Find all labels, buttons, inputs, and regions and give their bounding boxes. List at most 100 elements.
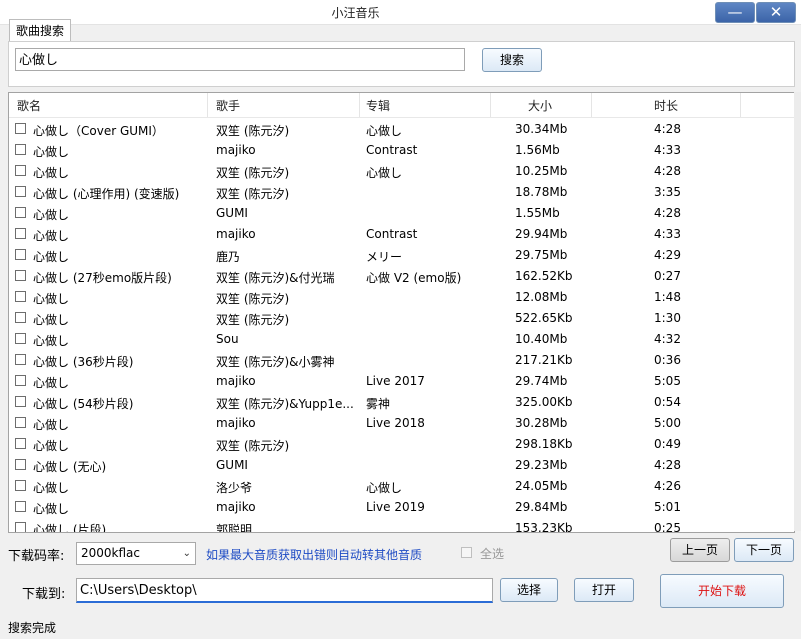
title-bar: 小汪音乐 — ✕ — [0, 0, 801, 25]
artist-cell: 双笙 (陈元汐) — [216, 292, 290, 306]
table-row[interactable]: 心做し（Cover GUMI） 双笙 (陈元汐) 心做し 30.34Mb 4:28 — [9, 119, 794, 140]
column-divider[interactable] — [490, 93, 491, 117]
table-row[interactable]: 心做し majiko Live 2019 29.84Mb 5:01 — [9, 497, 794, 518]
album-cell: 心做し — [366, 481, 403, 495]
table-row[interactable]: 心做し 双笙 (陈元汐) 心做し 10.25Mb 4:28 — [9, 161, 794, 182]
file-size-cell: 217.21Kb — [515, 353, 573, 367]
row-checkbox[interactable] — [15, 354, 26, 365]
choose-folder-button[interactable]: 选择 — [500, 578, 558, 602]
duration-cell: 0:27 — [654, 269, 681, 283]
column-divider[interactable] — [591, 93, 592, 117]
search-button[interactable]: 搜索 — [482, 48, 542, 72]
column-header-album[interactable]: 专辑 — [366, 97, 390, 114]
duration-cell: 4:28 — [654, 458, 681, 472]
column-divider[interactable] — [359, 93, 360, 117]
row-checkbox[interactable] — [15, 270, 26, 281]
album-cell: Contrast — [366, 227, 418, 241]
artist-cell: 双笙 (陈元汐)&小雾神 — [216, 355, 335, 369]
download-path-input[interactable]: C:\Users\Desktop\ — [76, 578, 493, 603]
table-row[interactable]: 心做し majiko Contrast 1.56Mb 4:33 — [9, 140, 794, 161]
select-all-checkbox[interactable] — [461, 547, 472, 558]
search-input[interactable]: 心做し — [15, 48, 465, 71]
table-row[interactable]: 心做し 鹿乃 メリー 29.75Mb 4:29 — [9, 245, 794, 266]
file-size-cell: 162.52Kb — [515, 269, 573, 283]
row-checkbox[interactable] — [15, 480, 26, 491]
prev-page-button[interactable]: 上一页 — [670, 538, 730, 562]
results-table: 歌名 歌手 专辑 大小 时长 心做し（Cover GUMI） 双笙 (陈元汐) 心做… — [8, 92, 795, 533]
close-icon: ✕ — [769, 3, 783, 21]
duration-cell: 4:33 — [654, 143, 681, 157]
row-checkbox[interactable] — [15, 312, 26, 323]
column-header-title[interactable]: 歌名 — [17, 97, 41, 114]
table-row[interactable]: 心做し majiko Live 2017 29.74Mb 5:05 — [9, 371, 794, 392]
table-row[interactable]: 心做し (片段) 郭聪明 153.23Kb 0:25 — [9, 518, 794, 533]
row-checkbox[interactable] — [15, 459, 26, 470]
row-checkbox[interactable] — [15, 291, 26, 302]
row-checkbox[interactable] — [15, 249, 26, 260]
table-row[interactable]: 心做し majiko Live 2018 30.28Mb 5:00 — [9, 413, 794, 434]
row-checkbox[interactable] — [15, 207, 26, 218]
column-divider[interactable] — [207, 93, 208, 117]
row-checkbox[interactable] — [15, 333, 26, 344]
row-checkbox[interactable] — [15, 396, 26, 407]
row-checkbox[interactable] — [15, 165, 26, 176]
song-title-cell: 心做し (无心) — [33, 460, 107, 474]
row-checkbox[interactable] — [15, 501, 26, 512]
row-checkbox[interactable] — [15, 186, 26, 197]
table-row[interactable]: 心做し 洛少爷 心做し 24.05Mb 4:26 — [9, 476, 794, 497]
column-header-size[interactable]: 大小 — [528, 97, 552, 114]
file-size-cell: 325.00Kb — [515, 395, 573, 409]
scrollbar[interactable] — [794, 92, 801, 531]
table-row[interactable]: 心做し (27秒emo版片段) 双笙 (陈元汐)&付光瑞 心做 V2 (emo版) 1… — [9, 266, 794, 287]
table-row[interactable]: 心做し 双笙 (陈元汐) 522.65Kb 1:30 — [9, 308, 794, 329]
album-cell: Contrast — [366, 143, 418, 157]
open-folder-button[interactable]: 打开 — [574, 578, 634, 602]
album-cell: 心做 V2 (emo版) — [366, 271, 462, 285]
album-cell: 雾神 — [366, 397, 391, 411]
song-title-cell: 心做し — [33, 145, 70, 159]
table-row[interactable]: 心做し (无心) GUMI 29.23Mb 4:28 — [9, 455, 794, 476]
artist-cell: majiko — [216, 416, 256, 430]
song-title-cell: 心做し — [33, 292, 70, 306]
artist-cell: 双笙 (陈元汐) — [216, 313, 290, 327]
quality-select[interactable]: 2000kflac ⌄ — [76, 542, 196, 565]
row-checkbox[interactable] — [15, 522, 26, 532]
duration-cell: 4:32 — [654, 332, 681, 346]
file-size-cell: 298.18Kb — [515, 437, 573, 451]
start-download-button[interactable]: 开始下载 — [660, 574, 784, 608]
duration-cell: 0:36 — [654, 353, 681, 367]
column-header-artist[interactable]: 歌手 — [216, 97, 240, 114]
select-all-label: 全选 — [480, 547, 505, 561]
table-row[interactable]: 心做し GUMI 1.55Mb 4:28 — [9, 203, 794, 224]
table-row[interactable]: 心做し 双笙 (陈元汐) 298.18Kb 0:49 — [9, 434, 794, 455]
row-checkbox[interactable] — [15, 123, 26, 134]
file-size-cell: 12.08Mb — [515, 290, 568, 304]
table-row[interactable]: 心做し majiko Contrast 29.94Mb 4:33 — [9, 224, 794, 245]
column-header-duration[interactable]: 时长 — [654, 97, 678, 114]
song-title-cell: 心做し (54秒片段) — [33, 397, 134, 411]
row-checkbox[interactable] — [15, 438, 26, 449]
column-divider[interactable] — [740, 93, 741, 117]
row-checkbox[interactable] — [15, 144, 26, 155]
table-row[interactable]: 心做し Sou 10.40Mb 4:32 — [9, 329, 794, 350]
table-row[interactable]: 心做し (54秒片段) 双笙 (陈元汐)&Yupp1e... 雾神 325.00Kb 0… — [9, 392, 794, 413]
duration-cell: 4:28 — [654, 206, 681, 220]
minimize-button[interactable]: — — [715, 2, 755, 23]
next-page-button[interactable]: 下一页 — [734, 538, 794, 562]
file-size-cell: 522.65Kb — [515, 311, 573, 325]
artist-cell: majiko — [216, 500, 256, 514]
table-row[interactable]: 心做し (心理作用) (变速版) 双笙 (陈元汐) 18.78Mb 3:35 — [9, 182, 794, 203]
table-row[interactable]: 心做し 双笙 (陈元汐) 12.08Mb 1:48 — [9, 287, 794, 308]
row-checkbox[interactable] — [15, 417, 26, 428]
tab-song-search[interactable]: 歌曲搜索 — [9, 19, 72, 42]
duration-cell: 5:00 — [654, 416, 681, 430]
song-title-cell: 心做し — [33, 376, 70, 390]
artist-cell: Sou — [216, 332, 239, 346]
table-row[interactable]: 心做し (36秒片段) 双笙 (陈元汐)&小雾神 217.21Kb 0:36 — [9, 350, 794, 371]
song-title-cell: 心做し — [33, 313, 70, 327]
duration-cell: 0:25 — [654, 521, 681, 533]
close-button[interactable]: ✕ — [756, 2, 796, 23]
row-checkbox[interactable] — [15, 228, 26, 239]
row-checkbox[interactable] — [15, 375, 26, 386]
artist-cell: GUMI — [216, 458, 248, 472]
